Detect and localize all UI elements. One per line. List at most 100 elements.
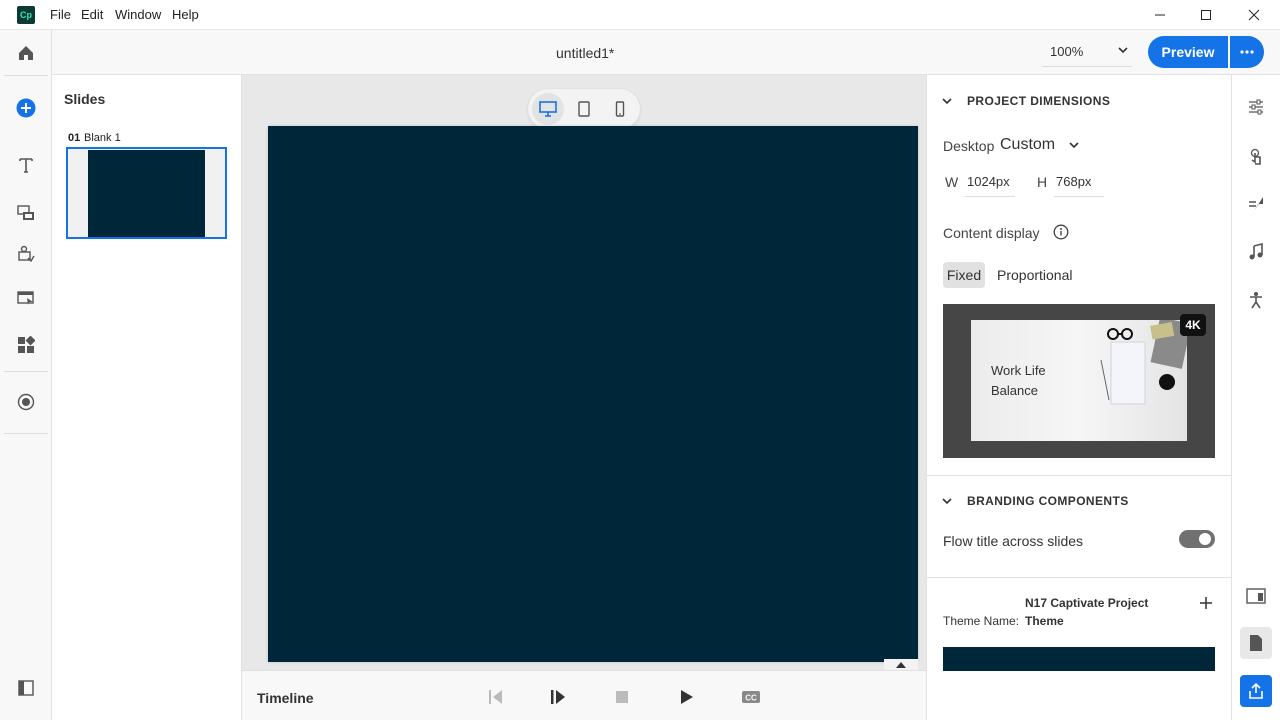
add-slide-button[interactable] bbox=[14, 96, 38, 120]
menu-edit[interactable]: Edit bbox=[81, 7, 103, 22]
stop-icon bbox=[616, 691, 628, 703]
closed-captions-icon: CC bbox=[742, 691, 760, 703]
app-logo: Cp bbox=[17, 6, 35, 24]
media-tool-button[interactable] bbox=[14, 201, 38, 225]
timeline-bar: Timeline CC bbox=[242, 670, 926, 720]
zoom-level[interactable]: 100% bbox=[1050, 44, 1083, 59]
mobile-icon bbox=[615, 101, 625, 117]
preset-dropdown[interactable] bbox=[1068, 139, 1080, 151]
proportional-option[interactable]: Proportional bbox=[997, 267, 1073, 283]
animations-tab[interactable] bbox=[1244, 192, 1268, 216]
home-icon bbox=[19, 46, 33, 60]
chevron-up-icon bbox=[896, 662, 906, 668]
document-header: untitled1* 100% Preview bbox=[52, 30, 1280, 75]
home-button[interactable] bbox=[14, 41, 38, 65]
ellipsis-icon bbox=[1240, 50, 1254, 54]
zoom-dropdown[interactable] bbox=[1117, 44, 1129, 56]
slide-panel-tab[interactable] bbox=[1244, 584, 1268, 608]
slides-panel: Slides 01 Blank 1 bbox=[52, 75, 242, 720]
preview-text-line1: Work Life bbox=[991, 363, 1046, 378]
touch-icon bbox=[1250, 148, 1261, 165]
device-label: Desktop bbox=[943, 138, 995, 154]
music-note-icon bbox=[1249, 243, 1263, 260]
document-icon bbox=[1250, 635, 1262, 651]
preview-button[interactable]: Preview bbox=[1148, 36, 1228, 68]
4k-badge: 4K bbox=[1180, 314, 1206, 336]
flow-title-toggle[interactable] bbox=[1179, 530, 1215, 548]
animation-icon bbox=[1249, 197, 1263, 211]
divider bbox=[4, 75, 48, 76]
record-button[interactable] bbox=[14, 390, 38, 414]
add-theme-button[interactable] bbox=[1199, 596, 1213, 610]
menu-help[interactable]: Help bbox=[172, 7, 199, 22]
menu-window[interactable]: Window bbox=[115, 7, 161, 22]
components-tool-button[interactable] bbox=[14, 333, 38, 357]
panel-toggle-button[interactable] bbox=[14, 676, 38, 700]
desk-photo-image bbox=[1100, 320, 1187, 405]
mobile-view-button[interactable] bbox=[604, 93, 636, 125]
plus-icon bbox=[1200, 597, 1212, 609]
menu-bar: Cp File Edit Window Help bbox=[0, 0, 1280, 30]
project-dimensions-header[interactable]: PROJECT DIMENSIONS bbox=[927, 91, 1231, 111]
theme-name-value: Theme bbox=[1025, 614, 1064, 628]
divider bbox=[4, 371, 48, 372]
properties-tab[interactable] bbox=[1244, 95, 1268, 119]
step-back-icon bbox=[489, 690, 502, 704]
widgets-tool-button[interactable] bbox=[14, 286, 38, 310]
play-next-button[interactable] bbox=[546, 685, 570, 709]
chevron-down-icon bbox=[942, 98, 952, 105]
canvas-area bbox=[242, 75, 926, 670]
play-button[interactable] bbox=[675, 685, 699, 709]
interactions-tool-button[interactable] bbox=[14, 242, 38, 266]
divider bbox=[927, 577, 1231, 578]
components-icon bbox=[18, 336, 35, 353]
text-icon bbox=[19, 158, 33, 173]
divider bbox=[4, 433, 48, 434]
step-forward-icon bbox=[551, 690, 565, 704]
previous-button[interactable] bbox=[483, 685, 507, 709]
slide-stage[interactable] bbox=[268, 126, 918, 662]
width-label: W bbox=[945, 174, 959, 190]
chevron-down-icon bbox=[942, 498, 952, 505]
close-icon bbox=[1248, 9, 1260, 21]
minimize-button[interactable] bbox=[1137, 0, 1183, 30]
desktop-view-button[interactable] bbox=[532, 93, 564, 125]
text-tool-button[interactable] bbox=[14, 153, 38, 177]
height-field[interactable]: 768px bbox=[1056, 174, 1091, 189]
slide-thumbnail[interactable] bbox=[66, 147, 227, 239]
share-icon bbox=[1249, 682, 1263, 699]
stop-button[interactable] bbox=[610, 685, 634, 709]
audio-tab[interactable] bbox=[1244, 240, 1268, 264]
share-button[interactable] bbox=[1240, 675, 1272, 707]
interactions-tab[interactable] bbox=[1244, 145, 1268, 169]
preset-select[interactable]: Custom bbox=[1000, 136, 1055, 154]
more-options-button[interactable] bbox=[1230, 36, 1264, 68]
width-field[interactable]: 1024px bbox=[967, 174, 1010, 189]
accessibility-tab[interactable] bbox=[1244, 288, 1268, 312]
fixed-option[interactable]: Fixed bbox=[943, 262, 985, 288]
height-underline bbox=[1054, 196, 1104, 197]
content-display-info[interactable] bbox=[1053, 224, 1069, 240]
theme-preview[interactable]: Work Life Balance 4K bbox=[943, 304, 1215, 458]
closed-captions-button[interactable]: CC bbox=[739, 685, 763, 709]
left-toolbar bbox=[0, 30, 52, 720]
tablet-view-button[interactable] bbox=[568, 93, 600, 125]
layout-icon bbox=[1246, 588, 1266, 604]
media-icon bbox=[17, 205, 34, 220]
menu-file[interactable]: File bbox=[50, 7, 71, 22]
maximize-button[interactable] bbox=[1183, 0, 1229, 30]
close-button[interactable] bbox=[1231, 0, 1277, 30]
document-properties-tab[interactable] bbox=[1240, 627, 1272, 659]
timeline-collapse-button[interactable] bbox=[884, 659, 918, 670]
toggle-knob bbox=[1199, 533, 1211, 545]
branding-components-header[interactable]: BRANDING COMPONENTS bbox=[927, 491, 1231, 511]
document-title: untitled1* bbox=[556, 45, 615, 61]
theme-name-label: Theme Name: bbox=[943, 614, 1020, 628]
content-display-label: Content display bbox=[943, 225, 1040, 241]
slides-heading: Slides bbox=[64, 91, 106, 107]
tablet-icon bbox=[578, 101, 590, 117]
right-toolbar bbox=[1231, 75, 1280, 720]
height-label: H bbox=[1037, 174, 1048, 190]
theme-color-swatch[interactable] bbox=[943, 647, 1215, 671]
slide-thumbnail-preview bbox=[88, 150, 205, 237]
